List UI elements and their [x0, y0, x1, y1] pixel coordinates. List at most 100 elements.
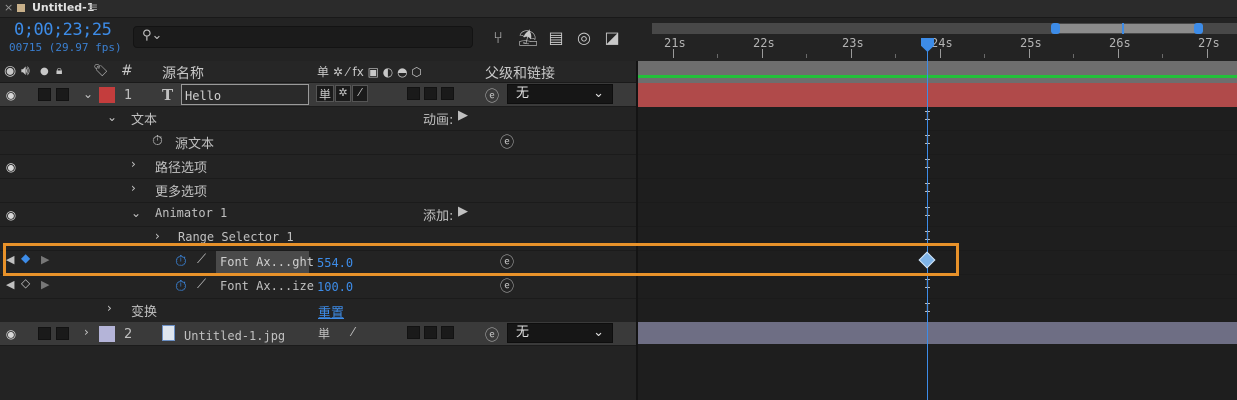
motion-blur-icon[interactable]: ◎: [573, 28, 595, 48]
stopwatch-active-icon[interactable]: ⏱: [175, 277, 187, 295]
chevron-right-icon[interactable]: ›: [84, 325, 89, 339]
video-switch-header-icon[interactable]: ◉: [4, 63, 16, 79]
prev-keyframe-icon[interactable]: ◀: [6, 278, 14, 291]
keyframe-empty-icon[interactable]: ◇: [21, 276, 30, 290]
search-icon[interactable]: ⚲⌄: [142, 28, 162, 43]
lock-switch[interactable]: [56, 327, 69, 340]
work-area-bar[interactable]: [638, 61, 1237, 83]
parent-dropdown[interactable]: 无 ⌄: [507, 84, 613, 104]
eye-icon[interactable]: ◉: [3, 209, 19, 221]
solo-header-icon[interactable]: ●: [40, 66, 49, 77]
collapse-switch-icon[interactable]: ✲: [335, 85, 351, 102]
layer-1-duration-bar[interactable]: [638, 83, 1237, 107]
current-time-display[interactable]: 0;00;23;25: [14, 20, 112, 40]
lock-header-icon[interactable]: 🔒︎: [56, 63, 62, 78]
source-name-header[interactable]: 源名称: [162, 63, 204, 83]
play-menu-icon[interactable]: ▶︎: [458, 204, 468, 219]
animate-label[interactable]: 动画:: [423, 109, 453, 128]
add-label[interactable]: 添加:: [423, 205, 453, 224]
tab-color-swatch: [17, 4, 25, 12]
audio-switch-header-icon[interactable]: 🔊︎: [21, 63, 30, 79]
chevron-down-icon[interactable]: ⌄: [131, 206, 141, 220]
timeline-row: [638, 107, 1237, 131]
chevron-right-icon[interactable]: ›: [155, 229, 160, 243]
motion-blur-switch[interactable]: [441, 326, 454, 339]
property-value[interactable]: 100.0: [317, 280, 353, 294]
effect-switch[interactable]: [407, 87, 420, 100]
pickwhip-icon[interactable]: ⓔ: [485, 325, 499, 345]
lock-switch[interactable]: [56, 88, 69, 101]
parent-value: 无: [516, 86, 530, 101]
solo-switch[interactable]: [38, 88, 51, 101]
ruler-tick: [1118, 49, 1119, 58]
keyframe-diamond-icon[interactable]: ◆: [21, 251, 30, 265]
stopwatch-active-icon[interactable]: ⏱: [175, 252, 187, 270]
graph-editor-icon[interactable]: ◪: [601, 28, 623, 48]
property-row-range-selector[interactable]: [0, 227, 638, 251]
parent-dropdown[interactable]: 无 ⌄: [507, 323, 613, 343]
ruler-tick: [851, 49, 852, 58]
layer-label-color[interactable]: [99, 326, 115, 342]
tab-menu-icon[interactable]: ≡: [88, 0, 98, 14]
pickwhip-icon[interactable]: ⓔ: [485, 86, 499, 106]
frame-blending-icon[interactable]: ▤: [545, 28, 567, 48]
layer-number-header[interactable]: #: [121, 63, 133, 79]
quality-switch-icon[interactable]: ⁄: [352, 325, 354, 339]
layer-label-color[interactable]: [99, 87, 115, 103]
frame-blend-switch[interactable]: [424, 326, 437, 339]
shy-switch-icon[interactable]: 単: [318, 325, 330, 342]
graph-icon[interactable]: ⟋: [197, 252, 206, 267]
playhead-line[interactable]: [927, 38, 928, 400]
eye-icon[interactable]: ◉: [3, 89, 19, 101]
effect-switch[interactable]: [407, 326, 420, 339]
layer-search-input[interactable]: [133, 26, 473, 48]
frame-blend-switch[interactable]: [424, 87, 437, 100]
next-keyframe-icon[interactable]: ▶: [41, 253, 49, 266]
pickwhip-icon[interactable]: ⓔ: [500, 276, 514, 296]
chevron-right-icon[interactable]: ›: [131, 157, 136, 171]
play-menu-icon[interactable]: ▶︎: [458, 108, 468, 123]
tab-title[interactable]: Untitled-1: [32, 1, 94, 14]
property-row-source-text[interactable]: [0, 131, 638, 155]
pickwhip-icon[interactable]: ⓔ: [500, 252, 514, 272]
label-tag-icon[interactable]: 🏷︎: [93, 63, 108, 77]
shy-layers-icon[interactable]: ⛱: [517, 28, 539, 48]
graph-icon[interactable]: ⟋: [197, 277, 206, 292]
switches-header[interactable]: 单 ✲ ⁄ fx ▣ ◐ ◓ ⬡: [317, 63, 422, 80]
prev-keyframe-icon[interactable]: ◀: [6, 253, 14, 266]
image-file-icon: [162, 325, 175, 341]
ruler-minor-tick: [1162, 54, 1163, 58]
shy-switch-icon[interactable]: 単: [316, 85, 334, 102]
stopwatch-icon[interactable]: ⏱: [152, 133, 163, 149]
solo-switch[interactable]: [38, 327, 51, 340]
property-label: 源文本: [175, 137, 215, 152]
chevron-right-icon[interactable]: ›: [131, 181, 136, 195]
chevron-down-icon[interactable]: ⌄: [83, 87, 93, 101]
tab-close-button[interactable]: ×: [4, 1, 13, 14]
reset-link[interactable]: 重置: [318, 302, 344, 321]
next-keyframe-icon[interactable]: ▶: [41, 278, 49, 291]
motion-blur-switch[interactable]: [441, 87, 454, 100]
chevron-right-icon[interactable]: ›: [107, 301, 112, 315]
layer-2-duration-bar[interactable]: [638, 322, 1237, 344]
property-value[interactable]: 554.0: [317, 256, 353, 270]
chevron-down-icon[interactable]: ⌄: [107, 110, 117, 124]
parent-link-header[interactable]: 父级和链接: [485, 63, 555, 83]
panel-divider[interactable]: [636, 61, 638, 400]
quality-switch-icon[interactable]: ⁄: [352, 85, 368, 102]
navigator-start-handle[interactable]: [1051, 23, 1060, 34]
property-row-path-options[interactable]: [0, 155, 638, 179]
property-row-animator[interactable]: [0, 203, 638, 227]
pickwhip-icon[interactable]: ⓔ: [500, 132, 514, 152]
ruler-label: 26s: [1109, 36, 1131, 50]
render-cache-indicator: [638, 75, 1237, 78]
ruler-label: 24s: [931, 36, 953, 50]
eye-icon[interactable]: ◉: [3, 161, 19, 173]
chevron-down-icon: ⌄: [593, 86, 604, 101]
comp-flowchart-icon[interactable]: ⑂: [487, 28, 509, 48]
property-row-text[interactable]: [0, 107, 638, 131]
navigator-end-handle[interactable]: [1194, 23, 1203, 34]
eye-icon[interactable]: ◉: [3, 328, 19, 340]
property-row-more-options[interactable]: [0, 179, 638, 203]
zoom-navigator-bar[interactable]: [1055, 24, 1199, 33]
